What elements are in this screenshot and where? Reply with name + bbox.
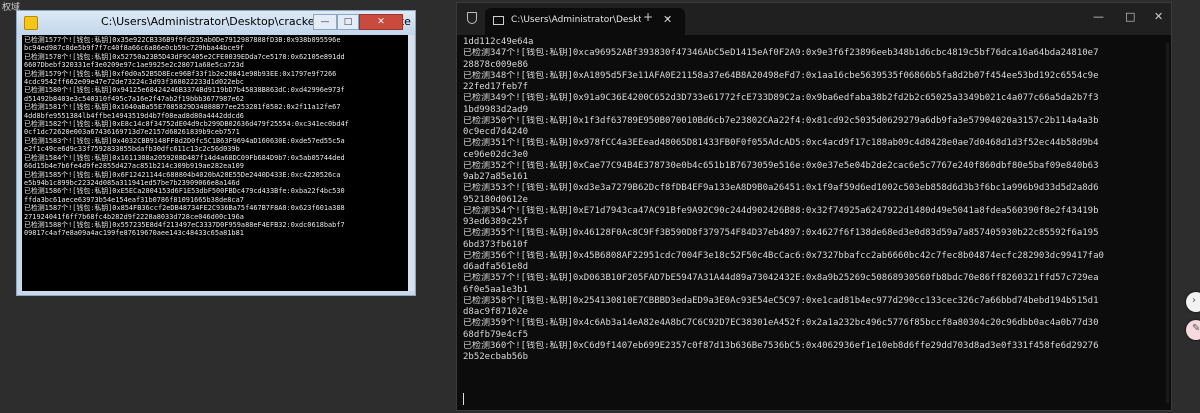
tab-title: C:\Users\Administrator\Desktop\cracker\c… [511,15,641,25]
console-line: 68dfb79e4cf5 [463,329,529,340]
app-icon [24,16,38,30]
terminal-lines: 1dd112c49e64a 已检测347个![钱包:私钥]0xca96952ABf… [463,37,1163,363]
maximize-button[interactable]: □ [337,14,359,30]
cracker-console-window[interactable]: C:\Users\Administrator\Desktop\cracker\c… [16,10,416,296]
console-line: 已检测352个![钱包:私钥]0xCae77C94B4E378730e0b4c6… [463,160,1099,171]
console-line: 93ed6389c25f [463,217,529,227]
maximize-button[interactable]: □ [1125,10,1135,23]
minimize-button[interactable]: — [1093,10,1104,23]
console-line: bc94ed987c8de5b9f7f7c40f8a66c6a86e0cb59c… [24,44,244,53]
console-line: ce96e02dc3e0 [463,149,529,160]
console-line: 已检测1584个![钱包:私钥]0x1611308a2059208D487f14… [24,153,345,162]
side-edit-button[interactable]: ✎ [1186,320,1200,340]
console-line: 已检测348个![钱包:私钥]0xA1895d5F3e11AFA0E21158a… [463,70,1099,81]
console-line: 0c9ecd7d4240 [463,127,529,137]
console-line: 28878c009e86 [463,59,529,70]
console-line: 已检测1583个![钱包:私钥]0x4032CBB9148FF8d2D0fc5C… [24,136,345,145]
console-line: 9ab27a85e161 [463,172,529,182]
console-line: 已检测1580个![钱包:私钥]0x94125e68424246B3374Bd9… [24,86,345,95]
console-line: 6f0e5aa1e3b1 [463,284,529,295]
console-line: d6adfa561e8d [463,262,529,272]
terminal-output[interactable]: 1dd112c49e64a 已检测347个![钱包:私钥]0xca96952ABf… [463,37,1163,409]
tab-bar[interactable]: C:\Users\Administrator\Desktop\cracker\c… [457,3,1171,35]
console-line: 已检测1578个![钱包:私钥]0x52750a23B5D43dF9C405e2… [24,52,345,61]
console-line: 6607Dbebf320331ef3e0209e97c1ae9925e2c280… [24,61,244,70]
close-button[interactable]: ✕ [1154,10,1163,23]
console-line: d51492b8403e3c540310f495c7a16e2f47ab2f19… [24,94,244,103]
close-button[interactable]: ✕ [359,14,403,30]
console-line: 已检测1581个![钱包:私钥]0x1640aBa55E7085829D3488… [24,103,341,112]
minimize-button[interactable]: — [313,14,337,30]
console-line: 0cf1dc72620e003a67436169713d7e2157d68261… [24,128,240,137]
side-action-button[interactable]: › [1186,292,1200,312]
console-line: 已检测347个![钱包:私钥]0xca96952ABf393830f47346A… [463,48,1099,59]
console-line: 6bd373fb610f [463,239,529,250]
console-line: 已检测1587个![钱包:私钥]0x854FB36ccf2eDB48734FE2… [24,204,345,213]
console-line: 已检测1588个![钱包:私钥]0x557235E8d4f213497eC333… [24,220,345,229]
console-line: e5b94b1c899bc22324d085a311941ed57be7b239… [24,178,240,187]
console-line: 66d15b4e7b6fe4d9fe2855d427ac851b214c309b… [24,162,244,171]
console-line: 09817c4af7e8a09a4ac199fe87619670aee143c4… [24,229,244,238]
console-line: d8ac9f87102e [463,307,529,317]
console-line: e2f1c49ce6d9c33f7592833855bdafb30dfc611c… [24,145,240,154]
terminal-window[interactable]: C:\Users\Administrator\Desktop\cracker\c… [456,2,1172,411]
console-output[interactable]: 已检测1577个![钱包:私钥]0x35e922CB336B9f9fd235ab… [22,35,408,291]
console-line: 已检测349个![钱包:私钥]0x91a9C36E4200C652d3D733e… [463,93,1099,104]
console-line: 已检测360个![钱包:私钥]0xC6d9f1407eb699E2357c0f8… [463,340,1099,351]
scrollbar[interactable] [1166,43,1169,403]
console-line: 1dd112c49e64a [463,37,534,47]
console-line: 1bd9983d2ad9 [463,104,529,115]
console-line: 已检测358个![钱包:私钥]0x254130810E7CBBBD3edaED9… [463,295,1099,306]
console-line: ffda3bc61aece63973b54e154eaf31b0786f8109… [24,195,244,204]
chevron-right-icon: › [1192,295,1196,306]
console-line: 已检测356个![钱包:私钥]0x45B6808AF22951cdc7004F3… [463,250,1104,261]
console-line: 已检测1586个![钱包:私钥]0xE5ECa2804153d6F1E53dbF… [24,187,345,196]
console-line: 已检测1582个![钱包:私钥]0xE8c14c8f34752dE04d9cb2… [24,120,349,129]
console-lines: 已检测1577个![钱包:私钥]0x35e922CB336B9f9fd235ab… [22,35,408,239]
shield-icon [467,12,477,24]
edit-icon: ✎ [1192,323,1200,334]
console-line: 4dd8bfe9551384lb4ffbe14943519d4b7f08ead8… [24,111,244,120]
title-bar[interactable]: C:\Users\Administrator\Desktop\cracker\c… [17,11,415,35]
new-tab-button[interactable]: + [643,10,653,24]
terminal-tab[interactable]: C:\Users\Administrator\Desktop\cracker\c… [485,8,685,35]
console-line: 已检测355个![钱包:私钥]0x46128F0Ac8C9Ff3B590D8f3… [463,228,1099,239]
scrollbar[interactable] [408,35,414,291]
console-line: 已检测354个![钱包:私钥]0xE71d7943ca47AC91Bfe9A92… [463,205,1099,216]
console-line: 已检测359个![钱包:私钥]0x4c6Ab3a14eA82e4A8bC7C6C… [463,318,1099,329]
console-line: 已检测350个![钱包:私钥]0x1f3df63789E950B070010Bd… [463,115,1099,126]
console-line: 已检测1585个![钱包:私钥]0x6F12421144c688804b4020… [24,170,341,179]
console-line: 已检测357个![钱包:私钥]0xD063B10F205FAD7bE5947A3… [463,273,1099,284]
console-line: 952180d0612e [463,194,529,205]
console-line: 已检测1577个![钱包:私钥]0x35e922CB336B9f9fd235ab… [24,36,341,44]
console-line: 已检测351个![钱包:私钥]0x978fCC4a3EEead48065D814… [463,138,1099,149]
console-line: 22fed17feb7f [463,82,529,92]
text-cursor [463,393,464,405]
console-line: 已检测1579个![钱包:私钥]0xf0d0a52B5D8Ece96Bf33f1… [24,69,337,78]
terminal-icon [493,16,504,25]
console-line: 271924041f6ff7b68fc4b282d9f2228a8033d728… [24,212,244,221]
chevron-down-icon[interactable]: ⌄ [665,12,672,21]
console-line: 已检测353个![钱包:私钥]0xd3e3a7279B62Dcf8fDB4EF9… [463,183,1099,194]
console-line: 4cdc9542ff662e09e47e72de73224c3d93f36802… [24,78,244,87]
console-line: 2b52ecbab56b [463,352,529,362]
